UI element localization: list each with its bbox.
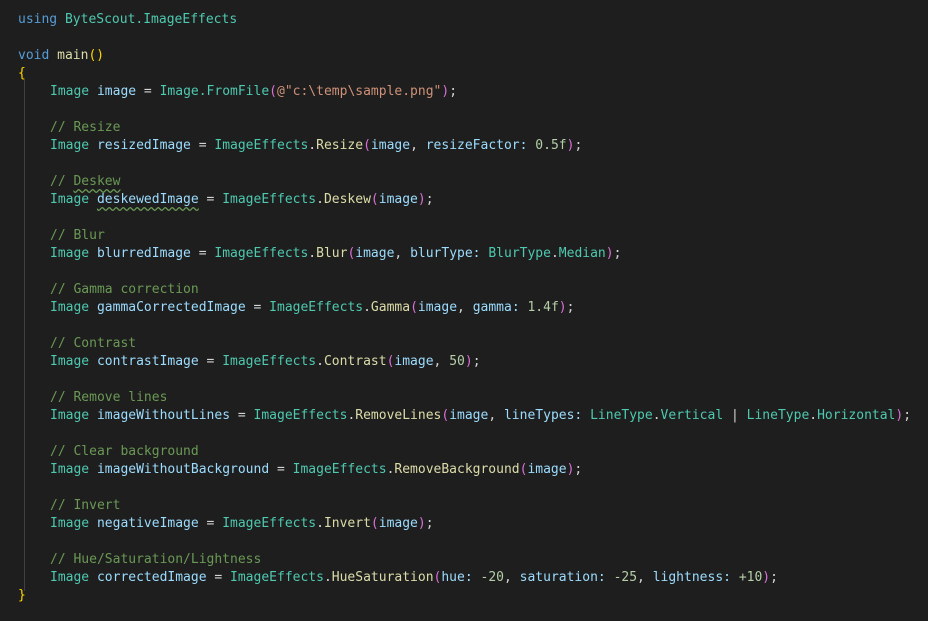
number-literal: 0.5f — [535, 138, 567, 153]
code-line-close-brace[interactable]: } — [18, 587, 26, 605]
argument: image — [417, 300, 458, 315]
param-name: gamma: — [472, 300, 520, 315]
argument: image — [449, 408, 489, 423]
code-line-using[interactable]: using ByteScout.ImageEffects — [18, 11, 237, 29]
class-name: ImageEffects — [253, 408, 348, 423]
param-name: lightness: — [652, 570, 731, 585]
code-line-remove-lines[interactable]: Image imageWithoutLines = ImageEffects.R… — [50, 407, 911, 425]
method-name: RemoveBackground — [394, 462, 520, 477]
method-name: Contrast — [323, 354, 387, 369]
argument: image — [394, 354, 434, 369]
using-keyword: using — [18, 12, 58, 27]
type-name: Image — [50, 570, 90, 585]
variable-name: gammaCorrectedImage — [96, 300, 246, 315]
class-name: ImageEffects — [292, 462, 387, 477]
type-name: Image — [50, 462, 90, 477]
variable-name: imageWithoutLines — [96, 408, 231, 423]
code-line-open-brace[interactable]: { — [18, 65, 26, 83]
comment-clear-background: // Clear background — [50, 444, 199, 459]
void-keyword: void — [18, 48, 50, 63]
number-literal: +10 — [738, 570, 763, 585]
main-function-name: main — [57, 48, 89, 63]
class-name: ImageEffects — [269, 300, 364, 315]
method-name: Invert — [323, 516, 371, 531]
comment-blur: // Blur — [50, 228, 105, 243]
code-line-invert[interactable]: Image negativeImage = ImageEffects.Inver… — [50, 515, 434, 533]
code-line-contrast[interactable]: Image contrastImage = ImageEffects.Contr… — [50, 353, 481, 371]
enum-type: LineType — [590, 408, 653, 423]
enum-type: BlurType — [488, 246, 551, 261]
class-name: ImageEffects — [222, 516, 317, 531]
variable-name: imageWithoutBackground — [96, 462, 270, 477]
code-editor[interactable]: using ByteScout.ImageEffects void main()… — [0, 0, 928, 621]
comment-gamma: // Gamma correction — [50, 282, 199, 297]
code-line-remove-background[interactable]: Image imageWithoutBackground = ImageEffe… — [50, 461, 582, 479]
number-literal: 50 — [449, 354, 465, 369]
type-name: Image — [50, 138, 90, 153]
string-prefix: @ — [277, 84, 285, 99]
comment-contrast: // Contrast — [50, 336, 137, 351]
variable-name: blurredImage — [96, 246, 191, 261]
type-name: Image — [50, 192, 90, 207]
method-call: Image.FromFile — [159, 84, 270, 99]
type-name: Image — [50, 354, 90, 369]
argument: image — [378, 192, 418, 207]
argument: image — [527, 462, 567, 477]
code-line-gamma[interactable]: Image gammaCorrectedImage = ImageEffects… — [50, 299, 574, 317]
code-line-main-decl[interactable]: void main() — [18, 47, 104, 65]
comment-resize: // Resize — [50, 120, 121, 135]
enum-type: LineType — [746, 408, 810, 423]
variable-name: resizedImage — [96, 138, 191, 153]
variable-name: correctedImage — [96, 570, 207, 585]
type-name: Image — [50, 516, 90, 531]
class-name: ImageEffects — [230, 570, 324, 585]
number-literal: -20 — [480, 570, 504, 585]
variable-name: deskewedImage — [96, 192, 199, 207]
namespace-name: ByteScout.ImageEffects — [64, 12, 238, 27]
param-name: saturation: — [519, 570, 606, 585]
class-name: ImageEffects — [214, 138, 309, 153]
param-name: hue: — [441, 570, 473, 585]
class-name: ImageEffects — [222, 192, 317, 207]
type-name: Image — [50, 84, 90, 99]
method-name: Resize — [316, 138, 364, 153]
variable-name: negativeImage — [96, 516, 199, 531]
param-name: blurType: — [410, 246, 481, 261]
class-name: ImageEffects — [214, 246, 309, 261]
type-name: Image — [50, 300, 90, 315]
method-name: HueSaturation — [331, 570, 434, 585]
method-name: Blur — [316, 246, 348, 261]
code-line-blur[interactable]: Image blurredImage = ImageEffects.Blur(i… — [50, 245, 621, 263]
indent-guide — [24, 80, 25, 591]
comment-hue-saturation: // Hue/Saturation/Lightness — [50, 552, 262, 567]
spellcheck-word: Deskew — [73, 174, 121, 189]
method-name: RemoveLines — [355, 408, 442, 423]
variable-name: contrastImage — [96, 354, 199, 369]
path-string: "c:\temp\sample.png" — [284, 84, 442, 99]
method-name: Deskew — [323, 192, 371, 207]
comment-deskew: // Deskew — [50, 174, 121, 189]
argument: image — [370, 138, 411, 153]
argument: image — [378, 516, 418, 531]
code-line-hue-saturation[interactable]: Image correctedImage = ImageEffects.HueS… — [50, 569, 778, 587]
argument: image — [355, 246, 395, 261]
comment-invert: // Invert — [50, 498, 121, 513]
enum-value: Vertical — [660, 408, 724, 423]
variable-name: image — [96, 84, 137, 99]
enum-value: Horizontal — [817, 408, 896, 423]
param-name: resizeFactor: — [425, 138, 528, 153]
code-line-deskew[interactable]: Image deskewedImage = ImageEffects.Deske… — [50, 191, 434, 209]
type-name: Image — [50, 246, 90, 261]
method-name: Gamma — [370, 300, 411, 315]
enum-value: Median — [558, 246, 606, 261]
code-line-resize[interactable]: Image resizedImage = ImageEffects.Resize… — [50, 137, 582, 155]
class-name: ImageEffects — [222, 354, 317, 369]
param-name: lineTypes: — [503, 408, 583, 423]
number-literal: -25 — [613, 570, 638, 585]
number-literal: 1.4f — [527, 300, 559, 315]
comment-remove-lines: // Remove lines — [50, 390, 168, 405]
code-line-load-image[interactable]: Image image = Image.FromFile(@"c:\temp\s… — [50, 83, 457, 101]
type-name: Image — [50, 408, 90, 423]
